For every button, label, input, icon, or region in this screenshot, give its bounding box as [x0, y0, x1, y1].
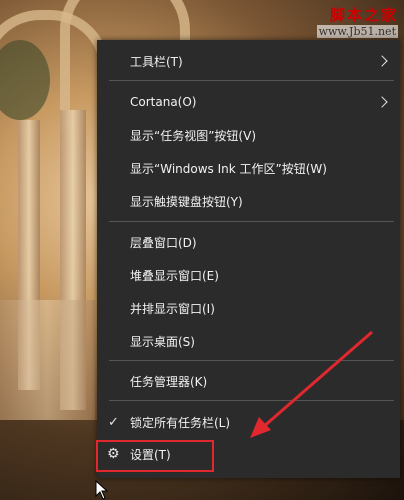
- annotation-arrow-head: [250, 417, 271, 438]
- annotation-arrow-shaft: [261, 330, 373, 430]
- annotation-arrow: [250, 330, 373, 438]
- mouse-cursor-icon: [95, 480, 109, 500]
